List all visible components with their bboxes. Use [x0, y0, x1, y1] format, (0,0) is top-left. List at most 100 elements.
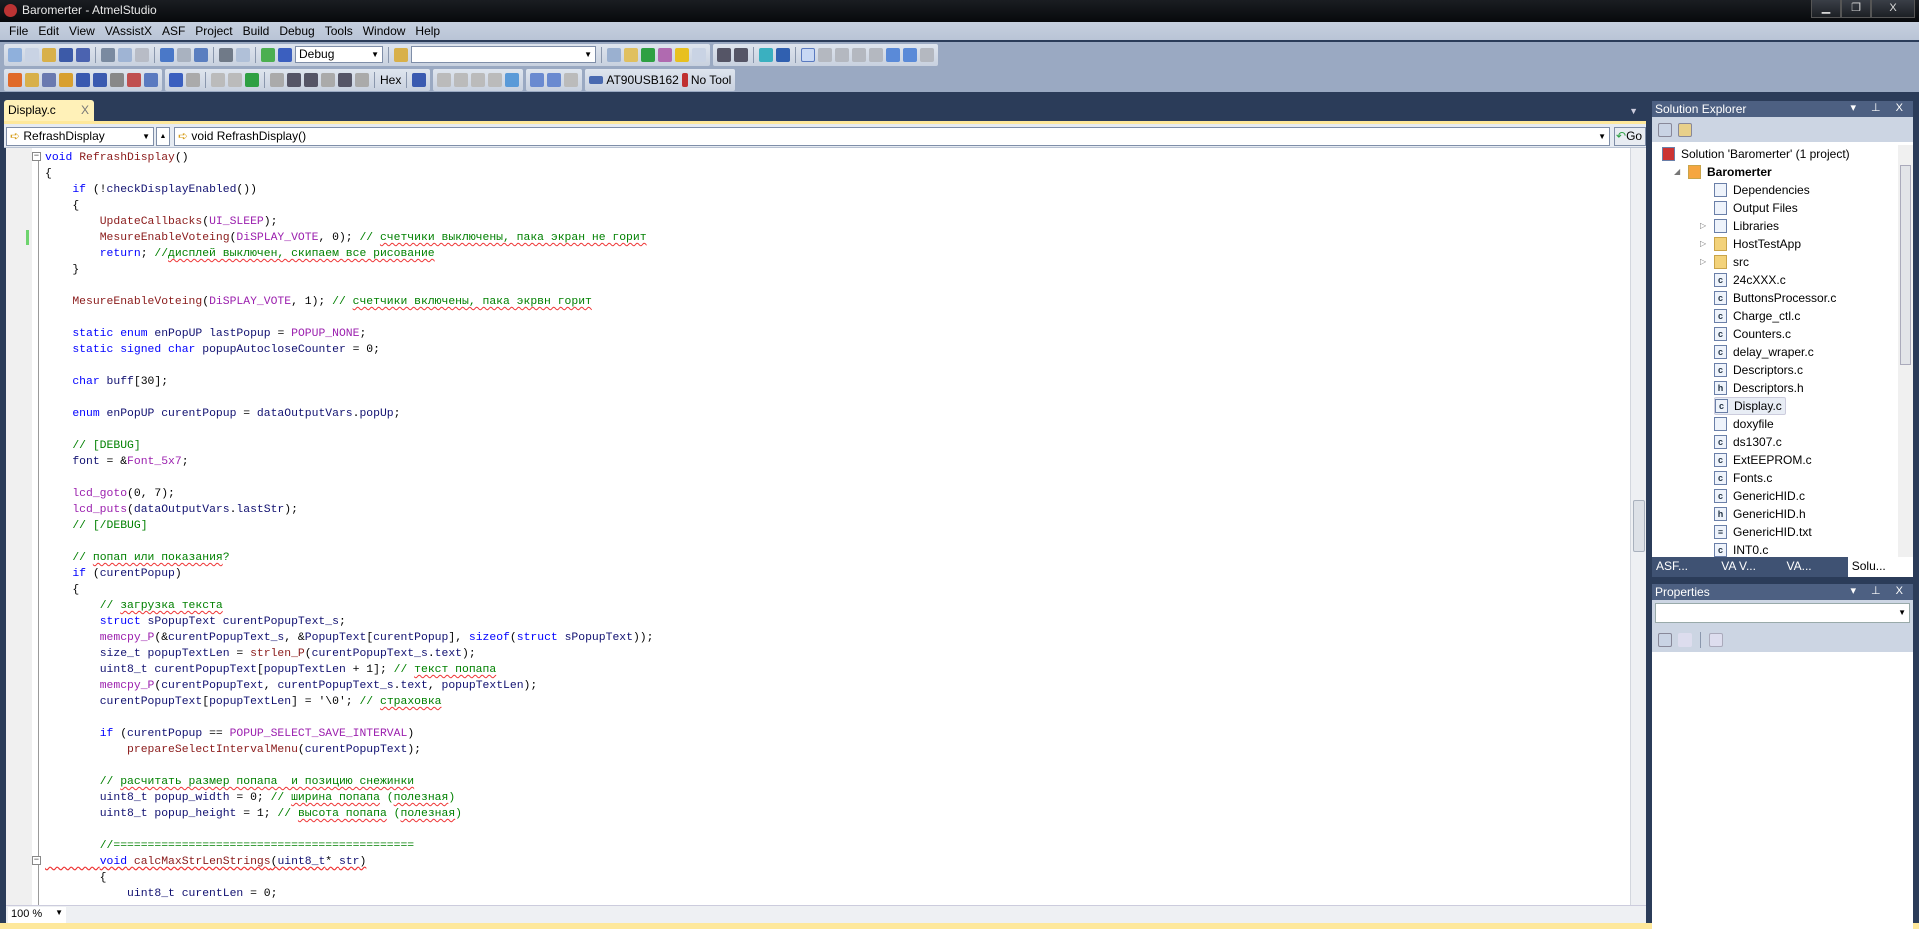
scrollbar-thumb[interactable]	[1900, 165, 1911, 365]
code-line[interactable]: curentPopupText[popupTextLen] = '\0'; //…	[45, 694, 442, 710]
run-icon[interactable]	[245, 72, 259, 87]
redo-icon[interactable]	[177, 47, 191, 62]
collapse-icon[interactable]: ◢	[1674, 163, 1680, 181]
tree-item[interactable]: Dependencies	[1714, 181, 1810, 199]
solution-config-icon[interactable]	[219, 47, 233, 62]
code-line[interactable]: memcpy_P(curentPopupText, curentPopupTex…	[45, 678, 538, 694]
step-into-icon[interactable]	[287, 72, 301, 87]
code-line[interactable]: enum enPopUP curentPopup = dataOutputVar…	[45, 406, 400, 422]
start-without-debugging-icon[interactable]	[278, 47, 292, 62]
member-dropdown[interactable]: ➪ void RefrashDisplay() ▼	[174, 127, 1610, 146]
va-options-icon[interactable]	[144, 72, 158, 87]
search-combo[interactable]: ▼	[411, 46, 596, 63]
run-to-cursor-icon[interactable]	[338, 72, 352, 87]
close-button[interactable]: X	[1871, 0, 1915, 18]
menu-help[interactable]: Help	[410, 24, 445, 38]
next-bookmark-icon[interactable]	[835, 47, 849, 62]
code-line[interactable]: size_t popupTextLen = strlen_P(curentPop…	[45, 646, 476, 662]
code-line[interactable]: return; //дисплей выключен, скипаем все …	[45, 246, 435, 262]
categorized-icon[interactable]	[1658, 632, 1672, 647]
editor-gutter[interactable]	[6, 148, 32, 905]
tree-item[interactable]: c ExtEEPROM.c	[1714, 451, 1812, 469]
collapse-icon[interactable]: −	[32, 856, 41, 865]
device-programming-icon[interactable]	[530, 72, 545, 87]
object-browser-icon[interactable]	[641, 47, 655, 62]
show-all-files-icon[interactable]	[1678, 122, 1692, 137]
panel-controls[interactable]: ▾ ⊥ X	[1850, 584, 1909, 597]
scope-dropdown[interactable]: ➪ RefrashDisplay ▼	[6, 127, 154, 146]
code-line[interactable]: {	[45, 582, 79, 598]
code-line[interactable]: prepareSelectIntervalMenu(curentPopupTex…	[45, 742, 421, 758]
code-line[interactable]: font = &Font_5x7;	[45, 454, 188, 470]
tree-item[interactable]: Output Files	[1714, 199, 1798, 217]
code-line[interactable]: //======================================…	[45, 838, 414, 854]
zoom-dropdown[interactable]: 100 % ▼	[8, 907, 66, 923]
device-label[interactable]: AT90USB162	[606, 73, 679, 87]
add-item-icon[interactable]	[25, 47, 39, 62]
code-line[interactable]: {	[45, 870, 107, 886]
continue-icon[interactable]	[169, 72, 183, 87]
tree-item[interactable]: c ds1307.c	[1714, 433, 1782, 451]
code-line[interactable]: lcd_puts(dataOutputVars.lastStr);	[45, 502, 298, 518]
code-line[interactable]: // [DEBUG]	[45, 438, 140, 454]
code-line[interactable]: if (curentPopup == POPUP_SELECT_SAVE_INT…	[45, 726, 414, 742]
menu-window[interactable]: Window	[358, 24, 411, 38]
tree-item[interactable]: c GenericHID.c	[1714, 487, 1805, 505]
tree-item[interactable]: c Descriptors.c	[1714, 361, 1803, 379]
menu-build[interactable]: Build	[238, 24, 275, 38]
menu-tools[interactable]: Tools	[320, 24, 358, 38]
alphabetical-icon[interactable]	[1678, 632, 1692, 647]
save-all-icon[interactable]	[76, 47, 90, 62]
expand-icon[interactable]: ▷	[1700, 235, 1706, 253]
tab-display-c[interactable]: Display.c X	[4, 100, 94, 121]
minimize-button[interactable]: ▁	[1811, 0, 1841, 18]
prev-bookmark-icon[interactable]	[818, 47, 832, 62]
menu-debug[interactable]: Debug	[274, 24, 319, 38]
command-window-icon[interactable]	[692, 47, 706, 62]
code-line[interactable]: if (curentPopup)	[45, 566, 181, 582]
undo-icon[interactable]	[160, 47, 174, 62]
properties-icon[interactable]	[1658, 122, 1672, 137]
tree-item[interactable]: c Counters.c	[1714, 325, 1791, 343]
clear-bookmarks-icon[interactable]	[920, 47, 934, 62]
io-view-icon[interactable]	[505, 72, 520, 87]
cut-icon[interactable]	[101, 47, 115, 62]
tree-item[interactable]: c 24cXXX.c	[1714, 271, 1786, 289]
step-over-icon[interactable]	[304, 72, 318, 87]
spell-check-icon[interactable]	[127, 72, 141, 87]
find-icon[interactable]	[236, 47, 250, 62]
breakpoints-icon[interactable]	[412, 72, 427, 87]
tree-item[interactable]: Solution 'Baromerter' (1 project)	[1662, 145, 1850, 163]
show-next-statement-icon[interactable]	[270, 72, 284, 87]
panel-tab[interactable]: VA...	[1783, 557, 1848, 577]
panel-tab[interactable]: ASF...	[1652, 557, 1717, 577]
code-line[interactable]: char buff[30];	[45, 374, 168, 390]
tree-item[interactable]: c Fonts.c	[1714, 469, 1772, 487]
tree-item[interactable]: ≡ GenericHID.txt	[1714, 523, 1812, 541]
panel-tab[interactable]: Solu...	[1847, 557, 1913, 577]
comment-icon[interactable]	[759, 47, 773, 62]
editor-scrollbar[interactable]	[1630, 148, 1646, 905]
tree-item[interactable]: h Descriptors.h	[1714, 379, 1804, 397]
code-line[interactable]: // [/DEBUG]	[45, 518, 147, 534]
expand-icon[interactable]: ▷	[1700, 217, 1706, 235]
new-project-icon[interactable]	[8, 47, 22, 62]
tree-item[interactable]: c INT0.c	[1714, 541, 1768, 557]
tab-dropdown-icon[interactable]: ▼	[1629, 106, 1638, 116]
code-line[interactable]: lcd_goto(0, 7);	[45, 486, 175, 502]
outdent-icon[interactable]	[734, 47, 748, 62]
close-tab-icon[interactable]: X	[81, 103, 89, 117]
memory-icon[interactable]	[471, 72, 486, 87]
scope-spinner[interactable]: ▲▼	[156, 127, 170, 157]
tree-item[interactable]: ◢ Baromerter	[1674, 163, 1772, 181]
restore-button[interactable]: ❐	[1841, 0, 1871, 18]
tree-item[interactable]: ▷ HostTestApp	[1700, 235, 1801, 253]
indent-icon[interactable]	[717, 47, 731, 62]
pause-icon[interactable]	[228, 72, 242, 87]
code-line[interactable]: static enum enPopUP lastPopup = POPUP_NO…	[45, 326, 366, 342]
tree-item[interactable]: ▷ src	[1700, 253, 1749, 271]
panel-tab[interactable]: VA V...	[1717, 557, 1782, 577]
code-line[interactable]: void RefrashDisplay()	[45, 150, 189, 166]
code-line[interactable]: uint8_t curentPopupText[popupTextLen + 1…	[45, 662, 497, 678]
configuration-dropdown[interactable]: Debug ▼	[295, 46, 383, 63]
